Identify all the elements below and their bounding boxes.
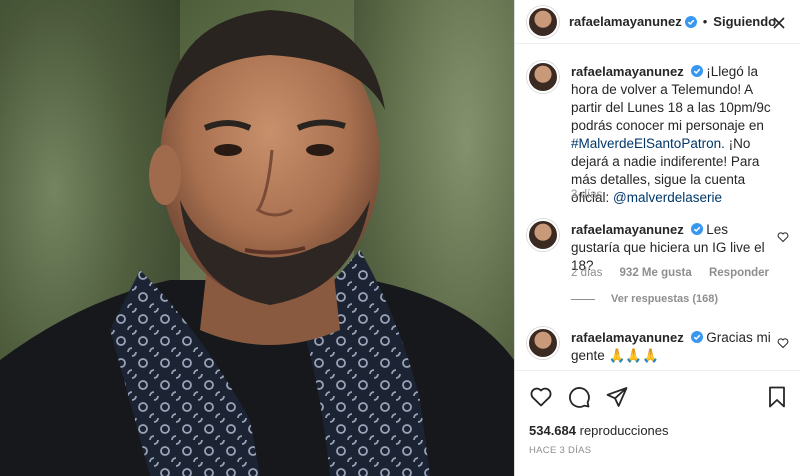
post-header: rafaelamayanunez • Siguiendo [515, 0, 800, 44]
replies-divider [571, 298, 595, 300]
comments-list[interactable]: rafaelamayanunez ¡Llegó la hora de volve… [515, 45, 800, 371]
comment-avatar[interactable] [527, 327, 559, 359]
caption-username[interactable]: rafaelamayanunez [571, 64, 684, 79]
views-label: reproducciones [579, 423, 669, 438]
heart-icon[interactable] [529, 385, 553, 409]
caption: rafaelamayanunez ¡Llegó la hora de volve… [527, 61, 789, 211]
views-count[interactable]: 534.684 reproducciones [529, 423, 669, 438]
author-avatar[interactable] [527, 5, 559, 38]
comment-username[interactable]: rafaelamayanunez [571, 330, 684, 345]
man-portrait-image [0, 10, 514, 476]
more-options-icon[interactable] [771, 12, 787, 32]
instagram-post: rafaelamayanunez • Siguiendo rafaelamaya… [0, 0, 800, 476]
comment-username[interactable]: rafaelamayanunez [571, 222, 684, 237]
comment-icon[interactable] [567, 385, 591, 409]
post-video[interactable] [0, 0, 514, 476]
caption-text: rafaelamayanunez ¡Llegó la hora de volve… [571, 63, 785, 207]
caption-meta: 3 días [571, 189, 616, 201]
post-actions: 534.684 reproducciones HACE 3 DÍAS [515, 370, 800, 456]
comment-likes[interactable]: 932 Me gusta [620, 267, 692, 279]
caption-avatar[interactable] [527, 61, 559, 93]
verified-badge-icon [684, 15, 697, 28]
author-username[interactable]: rafaelamayanunez [569, 14, 682, 29]
verified-badge-icon [690, 331, 703, 343]
verified-badge-icon [690, 65, 703, 77]
view-replies-label[interactable]: Ver respuestas (168) [611, 293, 718, 305]
comment-meta: 2 días 932 Me gusta Responder [571, 267, 783, 279]
share-icon[interactable] [605, 385, 629, 409]
reply-button[interactable]: Responder [709, 267, 769, 279]
following-button[interactable]: Siguiendo [713, 14, 776, 29]
bookmark-icon[interactable] [765, 385, 789, 409]
comment-like-icon[interactable] [777, 231, 789, 243]
post-side-panel: rafaelamayanunez • Siguiendo rafaelamaya… [514, 0, 800, 476]
comment-time[interactable]: 2 días [571, 267, 602, 279]
view-replies-button[interactable]: Ver respuestas (168) [571, 293, 718, 305]
comment-item: rafaelamayanunez Gracias mi gente 🙏🙏🙏 [527, 327, 789, 371]
action-icons [529, 385, 629, 409]
comment-text: rafaelamayanunez Gracias mi gente 🙏🙏🙏 [571, 329, 771, 365]
caption-time[interactable]: 3 días [571, 189, 602, 201]
mention-link[interactable]: @malverdelaserie [613, 190, 722, 205]
comment-avatar[interactable] [527, 219, 559, 251]
post-timestamp[interactable]: HACE 3 DÍAS [529, 445, 591, 456]
comment-like-icon[interactable] [777, 337, 789, 349]
separator-dot: • [702, 14, 708, 29]
hashtag-link[interactable]: #MalverdeElSantoPatron [571, 136, 721, 151]
views-number: 534.684 [529, 423, 576, 438]
verified-badge-icon [690, 223, 703, 235]
